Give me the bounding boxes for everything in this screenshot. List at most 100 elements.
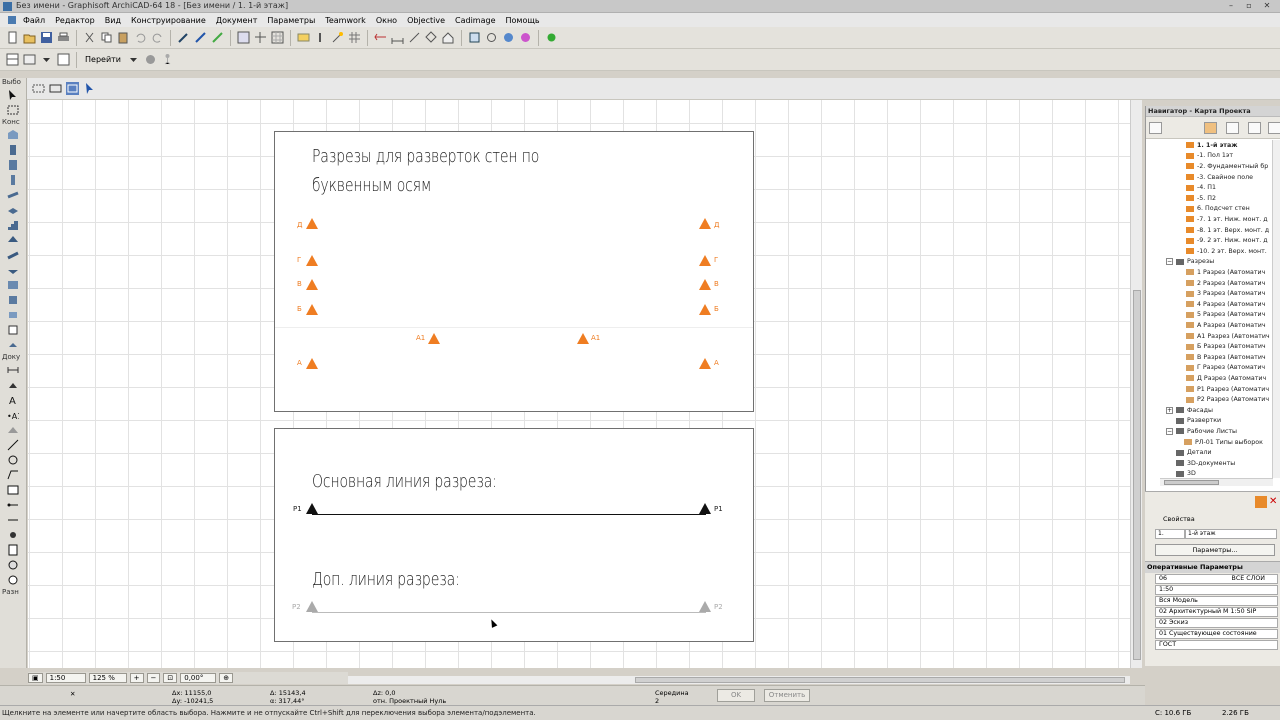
- roof-tool-icon[interactable]: [6, 233, 20, 246]
- mesh-tool-icon[interactable]: [6, 323, 20, 336]
- view-map-icon[interactable]: [1226, 122, 1239, 134]
- worksheet-tool-icon[interactable]: [6, 543, 20, 556]
- elevation-icon[interactable]: [425, 31, 438, 44]
- horizontal-scrollbar[interactable]: [345, 676, 1130, 684]
- stair-tool-icon[interactable]: [6, 218, 20, 231]
- zoom-menu-icon[interactable]: ⊕: [219, 673, 234, 683]
- minimize-icon[interactable]: –: [1222, 0, 1240, 12]
- section-marker[interactable]: [699, 304, 711, 315]
- teamwork-icon[interactable]: [545, 31, 558, 44]
- tree-item[interactable]: А1 Разрез (Автоматич: [1186, 331, 1270, 342]
- magic-wand-icon[interactable]: [331, 31, 344, 44]
- open-icon[interactable]: [23, 31, 36, 44]
- tree-item[interactable]: 4 Разрез (Автоматич: [1186, 299, 1265, 310]
- tree-item[interactable]: А Разрез (Автоматич: [1186, 320, 1266, 331]
- section-marker[interactable]: [699, 358, 711, 369]
- goto-menu[interactable]: Перейти: [85, 55, 121, 64]
- level-icon[interactable]: [408, 31, 421, 44]
- aux-section-line[interactable]: [312, 612, 706, 613]
- arrow-tool-icon[interactable]: [6, 88, 20, 101]
- lamp-tool-icon[interactable]: [6, 338, 20, 351]
- menu-teamwork[interactable]: Teamwork: [320, 16, 371, 25]
- section-marker[interactable]: [306, 358, 318, 369]
- paste-icon[interactable]: [117, 31, 130, 44]
- tree-item[interactable]: + Фасады: [1166, 405, 1213, 416]
- redo-icon[interactable]: [151, 31, 164, 44]
- section-marker[interactable]: [306, 255, 318, 266]
- menu-document[interactable]: Документ: [211, 16, 263, 25]
- save-icon[interactable]: [40, 31, 53, 44]
- layer-combination-select[interactable]: 06 ВСЕ СЛОИ: [1155, 574, 1278, 584]
- section-marker[interactable]: [306, 218, 318, 229]
- angle-field[interactable]: 0,00°: [180, 673, 217, 683]
- drawing-panel-legend[interactable]: Основная линия разреза: Р1 Р1 Доп. линия…: [274, 428, 754, 642]
- walk-icon[interactable]: [144, 53, 157, 66]
- navigator-vscroll[interactable]: [1272, 140, 1280, 478]
- dropdown-icon[interactable]: [40, 53, 53, 66]
- tree-item[interactable]: − Разрезы: [1166, 257, 1214, 268]
- tree-item[interactable]: -7. 1 эт. Ниж. монт. д: [1186, 214, 1268, 225]
- grid-icon[interactable]: [348, 31, 361, 44]
- tree-item[interactable]: -1. Пол 1эт: [1186, 151, 1233, 162]
- snap-mode-label[interactable]: Середина: [655, 689, 689, 697]
- zoom-out-icon[interactable]: −: [146, 673, 161, 683]
- cut-icon[interactable]: [83, 31, 96, 44]
- main-section-marker-left[interactable]: [306, 503, 318, 514]
- reference-readout[interactable]: отн. Проектный Нуль: [373, 697, 446, 705]
- tree-item[interactable]: Г Разрез (Автоматич: [1186, 363, 1265, 374]
- fill-tool-icon[interactable]: [6, 423, 20, 436]
- tree-item[interactable]: Детали: [1176, 447, 1211, 458]
- main-section-line[interactable]: [312, 514, 706, 515]
- tree-item[interactable]: В Разрез (Автоматич: [1186, 352, 1266, 363]
- object-tool-icon[interactable]: [6, 173, 20, 186]
- section-tool-icon[interactable]: [6, 498, 20, 511]
- tree-item[interactable]: -5. П2: [1186, 193, 1216, 204]
- drawing-tool-icon[interactable]: [6, 483, 20, 496]
- section-marker[interactable]: [699, 279, 711, 290]
- tree-item[interactable]: -4. П1: [1186, 182, 1216, 193]
- trace-icon[interactable]: [237, 31, 250, 44]
- menu-design[interactable]: Конструирование: [126, 16, 211, 25]
- aux-section-marker-left[interactable]: [306, 601, 318, 612]
- aux-section-marker-right[interactable]: [699, 601, 711, 612]
- interior-elevation-tool-icon[interactable]: [6, 528, 20, 541]
- marquee-tool-icon[interactable]: [6, 103, 20, 116]
- column-tool-icon[interactable]: [6, 143, 20, 156]
- properties-name[interactable]: 1-й этаж: [1185, 529, 1277, 539]
- undo-zoom-icon[interactable]: ▣: [28, 673, 43, 683]
- maximize-icon[interactable]: ▫: [1240, 0, 1258, 12]
- marquee-icon[interactable]: [66, 82, 79, 95]
- tree-item[interactable]: 1 Разрез (Автоматич: [1186, 267, 1265, 278]
- scale-field[interactable]: 1:50: [45, 673, 86, 683]
- fit-icon[interactable]: ⊡: [163, 673, 178, 683]
- view-icon[interactable]: [23, 53, 36, 66]
- dimension-icon[interactable]: [391, 31, 404, 44]
- folder-icon[interactable]: [1255, 496, 1267, 508]
- renovation-filter-select[interactable]: 01 Существующее состояние: [1155, 629, 1278, 639]
- tree-item[interactable]: -8. 1 эт. Верх. монт. д: [1186, 225, 1269, 236]
- dimension-tool-icon[interactable]: [6, 363, 20, 376]
- arrow-pointer-icon[interactable]: [83, 82, 96, 95]
- eyedropper-icon[interactable]: [194, 31, 207, 44]
- pick-up-icon[interactable]: [177, 31, 190, 44]
- rectangle-select-icon[interactable]: [49, 82, 62, 95]
- collapse-icon[interactable]: −: [1166, 258, 1173, 266]
- menu-view[interactable]: Вид: [100, 16, 126, 25]
- syringe-icon[interactable]: [211, 31, 224, 44]
- ok-button[interactable]: OK: [717, 689, 755, 702]
- tree-item[interactable]: Д Разрез (Автоматич: [1186, 373, 1266, 384]
- section-marker[interactable]: [428, 333, 440, 344]
- menu-help[interactable]: Помощь: [501, 16, 545, 25]
- pen-set-select[interactable]: 02 Архитектурный М 1:50 SIP: [1155, 607, 1278, 617]
- tree-item[interactable]: 6. Подсчет стен: [1186, 204, 1250, 215]
- print-icon[interactable]: [57, 31, 70, 44]
- person-icon[interactable]: [161, 53, 174, 66]
- grid-snap-icon[interactable]: [271, 31, 284, 44]
- tree-item[interactable]: -10. 2 эт. Верх. монт.: [1186, 246, 1267, 257]
- rotate-icon[interactable]: [485, 31, 498, 44]
- detail-tool-icon[interactable]: [6, 558, 20, 571]
- pen-icon[interactable]: [314, 31, 327, 44]
- menu-edit[interactable]: Редактор: [50, 16, 100, 25]
- wall-tool-icon[interactable]: [6, 128, 20, 141]
- expand-icon[interactable]: +: [1166, 406, 1173, 414]
